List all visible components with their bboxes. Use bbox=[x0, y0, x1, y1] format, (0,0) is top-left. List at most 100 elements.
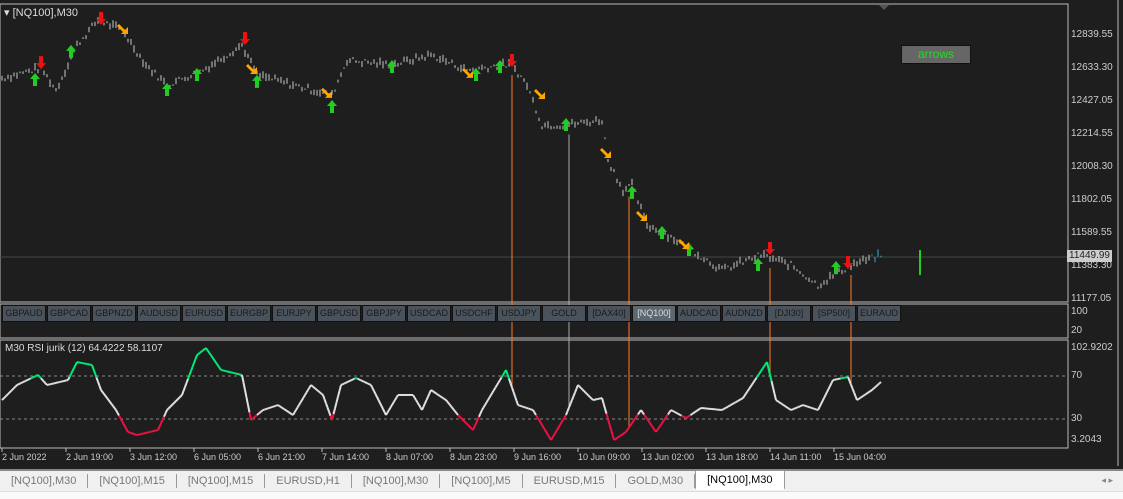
rsi-segment bbox=[197, 351, 201, 355]
rsi-segment bbox=[502, 371, 506, 376]
rsi-segment bbox=[563, 414, 567, 419]
symbol-button-gbpnzd[interactable]: GBPNZD bbox=[92, 305, 136, 322]
rsi-segment bbox=[659, 422, 663, 426]
symbol-button-euraud[interactable]: EURAUD bbox=[857, 305, 901, 322]
symbol-button-usdcad[interactable]: USDCAD bbox=[407, 305, 451, 322]
rsi-segment bbox=[730, 403, 733, 406]
symbol-button-strip: GBPAUD GBPCAD GBPNZD AUDUSD EURUSD EURGBP EURJ… bbox=[2, 305, 901, 322]
rsi-segment bbox=[194, 354, 198, 360]
strip-axis-20: 20 bbox=[1071, 325, 1083, 336]
rsi-segment bbox=[535, 414, 539, 419]
tab-8[interactable]: [NQ100],M30 bbox=[695, 470, 785, 490]
rsi-segment bbox=[496, 381, 500, 386]
rsi-segment bbox=[695, 409, 699, 412]
symbol-button-sp500[interactable]: [SP500] bbox=[812, 305, 856, 322]
tab-3[interactable]: EURUSD,H1 bbox=[265, 474, 352, 488]
symbol-button-usdjpy[interactable]: USDJPY bbox=[497, 305, 541, 322]
tab-4[interactable]: [NQ100],M30 bbox=[352, 474, 441, 488]
symbol-button-eurusd[interactable]: EURUSD bbox=[182, 305, 226, 322]
rsi-segment bbox=[316, 389, 320, 393]
rsi-segment bbox=[416, 401, 420, 406]
rsi-panel-frame bbox=[0, 339, 1069, 449]
rsi-segment bbox=[67, 376, 71, 381]
rsi-segment bbox=[422, 402, 426, 408]
symbol-button-gold[interactable]: GOLD bbox=[542, 305, 586, 322]
rsi-segment bbox=[360, 379, 363, 382]
rsi-segment bbox=[620, 433, 624, 436]
rsi-segment bbox=[760, 368, 764, 372]
rsi-segment bbox=[296, 404, 300, 409]
time-axis-label: 9 Jun 16:00 bbox=[514, 452, 562, 462]
rsi-segment bbox=[113, 407, 117, 411]
rsi-segment bbox=[443, 398, 447, 401]
rsi-segment bbox=[18, 382, 21, 386]
rsi-segment bbox=[259, 410, 263, 414]
rsi-segment bbox=[614, 437, 618, 440]
arrows-button[interactable]: arrows bbox=[901, 45, 971, 64]
rsi-segment bbox=[758, 370, 762, 374]
symbol-button-nq100[interactable]: [NQ100] bbox=[632, 305, 676, 322]
symbol-button-audusd[interactable]: AUDUSD bbox=[137, 305, 181, 322]
shift-marker-icon[interactable] bbox=[879, 5, 889, 10]
rsi-segment bbox=[11, 387, 15, 391]
rsi-segment bbox=[366, 382, 369, 385]
symbol-button-dji30[interactable]: [DJI30] bbox=[767, 305, 811, 322]
rsi-axis-70: 70 bbox=[1071, 370, 1083, 381]
tab-2[interactable]: [NQ100],M15 bbox=[177, 474, 266, 488]
rsi-segment bbox=[169, 404, 173, 408]
rsi-segment bbox=[178, 395, 182, 399]
symbol-button-gbpusd[interactable]: GBPUSD bbox=[317, 305, 361, 322]
arrow-up-icon bbox=[327, 100, 337, 114]
rsi-segment bbox=[118, 415, 122, 419]
rsi-segment bbox=[763, 363, 767, 368]
symbol-button-audnzd[interactable]: AUDNZD bbox=[722, 305, 766, 322]
tab-1[interactable]: [NQ100],M15 bbox=[88, 474, 177, 488]
rsi-segment bbox=[376, 396, 380, 401]
rsi-segment bbox=[583, 390, 587, 394]
rsi-segment bbox=[869, 389, 873, 392]
rsi-segment bbox=[13, 385, 17, 389]
rsi-segment bbox=[199, 350, 203, 354]
rsi-segment bbox=[748, 386, 752, 390]
rsi-segment bbox=[289, 412, 293, 415]
rsi-axis-min: 3.2043 bbox=[1071, 434, 1102, 445]
rsi-segment bbox=[71, 367, 75, 372]
rsi-segment bbox=[295, 407, 299, 411]
symbol-button-gbpjpy[interactable]: GBPJPY bbox=[362, 305, 406, 322]
rsi-segment bbox=[675, 411, 678, 415]
tab-scroll-arrows[interactable]: ◂ ▸ bbox=[1101, 475, 1113, 486]
rsi-segment bbox=[499, 376, 503, 381]
tab-6[interactable]: EURUSD,M15 bbox=[523, 474, 617, 488]
tab-7[interactable]: GOLD,M30 bbox=[616, 474, 696, 488]
rsi-segment bbox=[332, 408, 336, 415]
rsi-segment bbox=[541, 424, 545, 429]
rsi-segment bbox=[857, 397, 861, 400]
rsi-segment bbox=[19, 381, 22, 385]
symbol-button-eurgbp[interactable]: EURGBP bbox=[227, 305, 271, 322]
rsi-segment bbox=[637, 411, 641, 415]
rsi-segment bbox=[505, 369, 509, 375]
symbol-button-gbpcad[interactable]: GBPCAD bbox=[47, 305, 91, 322]
rsi-segment bbox=[830, 379, 834, 384]
rsi-segment bbox=[73, 364, 77, 369]
rsi-segment bbox=[242, 382, 246, 391]
rsi-segment bbox=[678, 413, 681, 416]
rsi-segment bbox=[650, 424, 654, 429]
rsi-segment bbox=[672, 409, 675, 413]
symbol-button-audcad[interactable]: AUDCAD bbox=[677, 305, 721, 322]
rsi-segment bbox=[107, 399, 111, 403]
symbol-button-gbpaud[interactable]: GBPAUD bbox=[2, 305, 46, 322]
tab-5[interactable]: [NQ100],M5 bbox=[440, 474, 523, 488]
rsi-segment bbox=[544, 429, 548, 434]
symbol-button-dax40[interactable]: [DAX40] bbox=[587, 305, 631, 322]
rsi-segment bbox=[577, 384, 581, 388]
rsi-segment bbox=[445, 399, 449, 403]
rsi-segment bbox=[257, 411, 261, 415]
rsi-segment bbox=[115, 409, 119, 414]
symbol-button-usdchf[interactable]: USDCHF bbox=[452, 305, 496, 322]
rsi-segment bbox=[545, 431, 549, 436]
rsi-segment bbox=[100, 389, 104, 393]
chart-canvas[interactable] bbox=[0, 0, 1123, 470]
tab-0[interactable]: [NQ100],M30 bbox=[0, 474, 89, 488]
symbol-button-eurjpy[interactable]: EURJPY bbox=[272, 305, 316, 322]
